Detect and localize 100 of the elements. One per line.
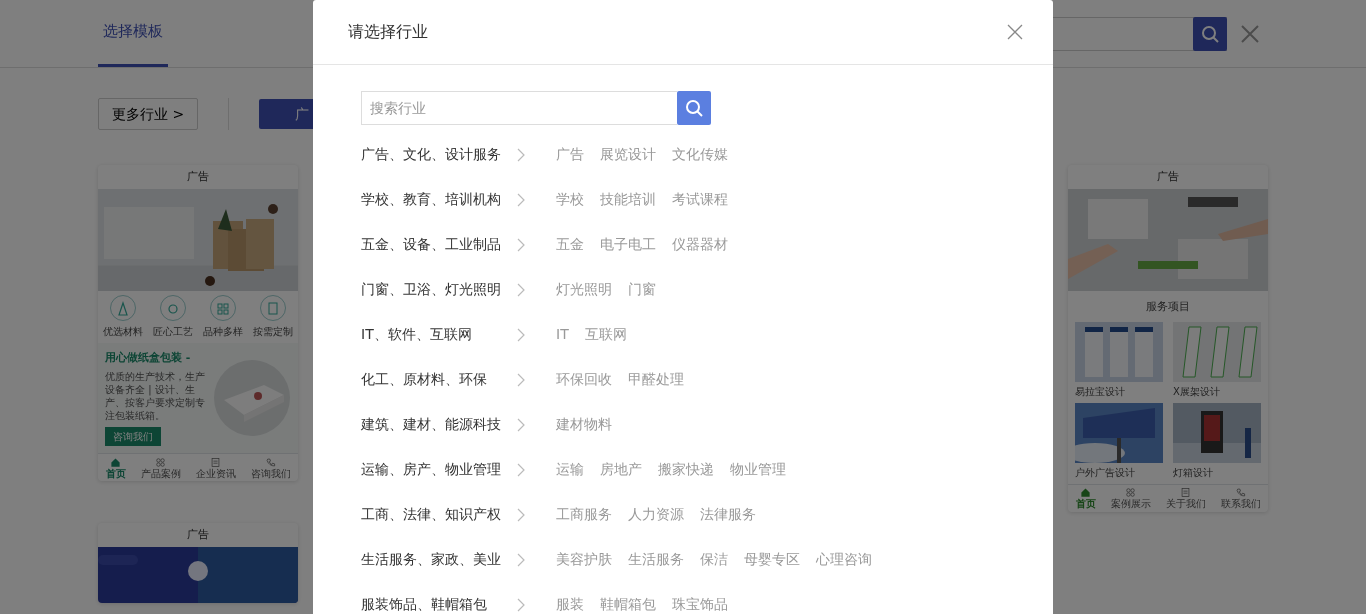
- industry-tag[interactable]: 建材物料: [556, 414, 612, 435]
- chevron-icon: [516, 417, 526, 432]
- search-button[interactable]: [1193, 17, 1227, 51]
- chevron-icon: [516, 327, 526, 342]
- nav-item[interactable]: 首页: [105, 456, 126, 479]
- feature-label: 按需定制: [253, 325, 293, 339]
- industry-tag[interactable]: 五金: [556, 234, 584, 255]
- nav-label: 企业资讯: [195, 467, 236, 479]
- phone-icon: [1235, 487, 1246, 498]
- chevron-icon: [516, 507, 526, 522]
- chevron-icon: [516, 147, 526, 162]
- template-title: 广告: [1156, 169, 1180, 185]
- nav-item[interactable]: 关于我们: [1165, 487, 1206, 509]
- industry-category[interactable]: IT、软件、互联网: [361, 324, 516, 345]
- template-card[interactable]: 广告 服务项目 易拉宝设计 X展架设计 户外广告设计 灯箱设计 首页 案例展示 关于我们 联系我们: [1068, 165, 1268, 512]
- home-icon: [110, 456, 121, 468]
- document-icon: [210, 456, 221, 468]
- industry-tag[interactable]: 鞋帽箱包: [600, 594, 656, 614]
- industry-tag[interactable]: 电子电工: [600, 234, 656, 255]
- section-heading: 服务项目: [1145, 299, 1191, 315]
- contact-button[interactable]: 咨询我们: [105, 427, 161, 446]
- nav-label: 联系我们: [1220, 498, 1261, 509]
- home-icon: [1080, 487, 1091, 498]
- industry-tag[interactable]: 技能培训: [600, 189, 656, 210]
- search-icon: [684, 98, 704, 118]
- industry-tag[interactable]: 服装: [556, 594, 584, 614]
- industry-tag[interactable]: IT: [556, 324, 569, 345]
- section-heading: 用心做纸盒包装 -: [105, 349, 192, 366]
- search-button[interactable]: [677, 91, 711, 125]
- feature-label: 匠心工艺: [153, 325, 193, 339]
- search-field[interactable]: 搜索行业: [361, 91, 677, 125]
- nav-item[interactable]: 联系我们: [1220, 487, 1261, 509]
- industry-tag[interactable]: 搬家快递: [658, 459, 714, 480]
- industry-tag[interactable]: 灯光照明: [556, 279, 612, 300]
- industry-category[interactable]: 学校、教育、培训机构: [361, 189, 516, 210]
- close-icon[interactable]: [1007, 24, 1023, 40]
- nav-item[interactable]: 案例展示: [1110, 487, 1151, 509]
- industry-tag[interactable]: 考试课程: [672, 189, 728, 210]
- service-label: 易拉宝设计: [1075, 384, 1126, 399]
- chevron-icon: [516, 552, 526, 567]
- section-text: 优质的生产技术，生产设备齐全 | 设计、生产、按客户要求定制专注包装纸箱。: [105, 369, 206, 422]
- template-card[interactable]: 广告 优选材料 匠心工艺 品种多样 按需定制 用心做纸盒包装 - 优质的生产技术，生产设备齐全 | 设计、生产、按客户要求定制专注包装纸箱。 咨询我们 首页 产品案例 企业资讯 咨询我们: [98, 165, 298, 481]
- template-title: 广告: [186, 527, 210, 543]
- nav-label: 案例展示: [1110, 498, 1151, 509]
- industry-category[interactable]: 五金、设备、工业制品: [361, 234, 516, 255]
- chevron-icon: [516, 462, 526, 477]
- nav-item[interactable]: 咨询我们: [250, 456, 291, 479]
- template-title: 广告: [186, 169, 210, 185]
- industry-category[interactable]: 建筑、建材、能源科技: [361, 414, 516, 435]
- industry-tag[interactable]: 珠宝饰品: [672, 594, 728, 614]
- nav-item[interactable]: 企业资讯: [195, 456, 236, 479]
- industry-category[interactable]: 门窗、卫浴、灯光照明: [361, 279, 516, 300]
- industry-category[interactable]: 服装饰品、鞋帽箱包: [361, 594, 516, 614]
- more-industries-button[interactable]: 更多行业 >: [98, 98, 199, 130]
- grid-icon: [1125, 487, 1136, 498]
- chevron-icon: [516, 237, 526, 252]
- modal-title: 请选择行业: [348, 21, 428, 43]
- close-icon[interactable]: [1240, 24, 1260, 44]
- industry-tag[interactable]: 广告: [556, 144, 584, 165]
- nav-item[interactable]: 首页: [1075, 487, 1096, 509]
- industry-category[interactable]: 广告、文化、设计服务: [361, 144, 516, 165]
- industry-tag[interactable]: 生活服务: [628, 549, 684, 570]
- industry-tag[interactable]: 保洁: [700, 549, 728, 570]
- industry-tag[interactable]: 美容护肤: [556, 549, 612, 570]
- industry-tag[interactable]: 文化传媒: [672, 144, 728, 165]
- document-icon: [1180, 487, 1191, 498]
- industry-tag[interactable]: 甲醛处理: [628, 369, 684, 390]
- industry-tag[interactable]: 法律服务: [700, 504, 756, 525]
- nav-label: 首页: [1075, 498, 1096, 509]
- industry-category[interactable]: 化工、原材料、环保: [361, 369, 516, 390]
- nav-label: 咨询我们: [250, 467, 291, 479]
- industry-tag[interactable]: 工商服务: [556, 504, 612, 525]
- template-card[interactable]: 广告: [98, 523, 298, 603]
- nav-item[interactable]: 产品案例: [140, 456, 181, 479]
- industry-tag[interactable]: 学校: [556, 189, 584, 210]
- industry-tag[interactable]: 人力资源: [628, 504, 684, 525]
- industry-tag[interactable]: 互联网: [584, 324, 627, 345]
- nav-label: 关于我们: [1165, 498, 1206, 509]
- industry-tag[interactable]: 仪器器材: [672, 234, 728, 255]
- tab[interactable]: 选择模板: [98, 0, 168, 67]
- industry-tag[interactable]: 门窗: [628, 279, 656, 300]
- industry-tag[interactable]: 展览设计: [600, 144, 656, 165]
- industry-tag[interactable]: 物业管理: [730, 459, 786, 480]
- industry-category[interactable]: 运输、房产、物业管理: [361, 459, 516, 480]
- nav-label: 首页: [105, 467, 126, 479]
- industry-category[interactable]: 生活服务、家政、美业: [361, 549, 516, 570]
- industry-tag[interactable]: 房地产: [600, 459, 642, 480]
- industry-category[interactable]: 工商、法律、知识产权: [361, 504, 516, 525]
- industry-tag[interactable]: 环保回收: [556, 369, 612, 390]
- industry-tag[interactable]: 母婴专区: [744, 549, 800, 570]
- feature-label: 品种多样: [203, 325, 243, 339]
- chevron-icon: [516, 282, 526, 297]
- chevron-icon: [516, 597, 526, 612]
- search-icon: [1200, 24, 1220, 44]
- feature-label: 优选材料: [103, 325, 143, 339]
- grid-icon: [155, 456, 166, 468]
- nav-label: 产品案例: [140, 467, 181, 479]
- chevron-icon: [516, 372, 526, 387]
- industry-tag[interactable]: 心理咨询: [816, 549, 872, 570]
- industry-tag[interactable]: 运输: [556, 459, 584, 480]
